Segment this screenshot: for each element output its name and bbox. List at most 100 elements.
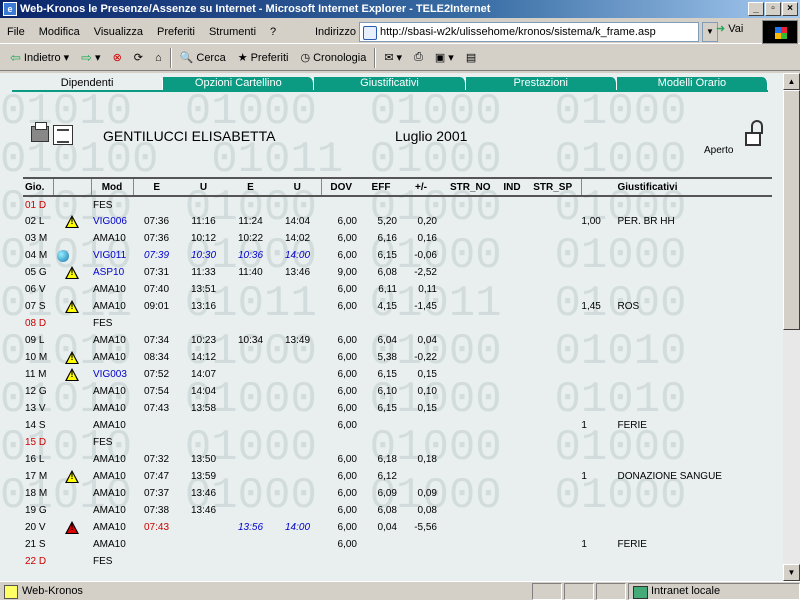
back-button[interactable]: ⇦ Indietro ▾ <box>6 50 73 66</box>
table-row[interactable]: 09 L AMA10 07:34 10:23 10:34 13:49 6,00 6,04 0,0… <box>23 332 772 349</box>
table-row[interactable]: 12 G AMA10 07:54 14:04 6,00 6,10 0,10 <box>23 383 772 400</box>
cell-str-sp <box>524 281 581 298</box>
discuss-button[interactable]: ▤ <box>462 51 480 64</box>
stop-button[interactable]: ⊗ <box>109 51 126 64</box>
warning-icon[interactable] <box>65 300 79 313</box>
cell-e1: 07:31 <box>143 267 170 278</box>
table-row[interactable]: 20 V AMA10 07:43 13:56 14:00 6,00 0,04 -5,56 <box>23 519 772 536</box>
cell-day: 02 L <box>25 216 45 227</box>
cell-ind <box>500 196 525 213</box>
vertical-scrollbar[interactable]: ▲ ▼ <box>783 73 800 581</box>
cell-dov: 6,00 <box>337 454 357 465</box>
menu-visualizza[interactable]: Visualizza <box>87 26 150 38</box>
table-row[interactable]: 05 G ASP10 07:31 11:33 11:40 13:46 9,00 6,08 -2,… <box>23 264 772 281</box>
close-button[interactable]: × <box>782 2 798 16</box>
menu-file[interactable]: File <box>0 26 32 38</box>
cell-e2 <box>227 536 274 553</box>
scroll-up-button[interactable]: ▲ <box>783 73 800 90</box>
cell-u2 <box>274 468 321 485</box>
menu-strumenti[interactable]: Strumenti <box>202 26 263 38</box>
report-icon[interactable] <box>53 125 73 145</box>
table-row[interactable]: 03 M AMA10 07:36 10:12 10:22 14:02 6,00 6,16 0,1… <box>23 230 772 247</box>
cell-qty <box>581 281 609 298</box>
globe-icon[interactable] <box>57 249 69 262</box>
cell-str-no <box>441 213 500 230</box>
error-icon[interactable] <box>65 521 79 534</box>
scroll-thumb[interactable] <box>783 90 800 330</box>
search-button[interactable]: 🔍 Cerca <box>176 51 230 65</box>
table-row[interactable]: 07 S AMA10 09:01 13:16 6,00 4,15 -1,45 1,45 ROS <box>23 298 772 315</box>
cell-qty <box>581 553 609 570</box>
title-bar: e Web-Kronos le Presenze/Assenze su Inte… <box>0 0 800 18</box>
tab-opzioni-cartellino[interactable]: Opzioni Cartellino <box>163 77 315 91</box>
table-row[interactable]: 10 M AMA10 08:34 14:12 6,00 5,38 -0,22 <box>23 349 772 366</box>
minimize-button[interactable]: _ <box>748 2 764 16</box>
table-row[interactable]: 21 S AMA10 6,00 1 FERIE <box>23 536 772 553</box>
warning-icon[interactable] <box>65 215 79 228</box>
cell-u2: 14:02 <box>284 233 311 244</box>
table-row[interactable]: 19 G AMA10 07:38 13:46 6,00 6,08 0,08 <box>23 502 772 519</box>
cell-day: 22 D <box>25 556 47 567</box>
edit-button[interactable]: ▣ ▾ <box>431 51 458 64</box>
table-row[interactable]: 13 V AMA10 07:43 13:58 6,00 6,15 0,15 <box>23 400 772 417</box>
print-button[interactable]: ⎙ <box>410 51 427 64</box>
table-row[interactable]: 16 L AMA10 07:32 13:50 6,00 6,18 0,18 <box>23 451 772 468</box>
cell-e2 <box>227 281 274 298</box>
menu-help[interactable]: ? <box>263 26 283 38</box>
table-row[interactable]: 18 M AMA10 07:37 13:46 6,00 6,09 0,09 <box>23 485 772 502</box>
address-input[interactable]: http://sbasi-w2k/ulissehome/kronos/siste… <box>358 22 699 42</box>
warning-icon[interactable] <box>65 470 79 483</box>
unlock-icon[interactable] <box>745 120 765 150</box>
cell-mod: FES <box>93 556 113 567</box>
tab-giustificativi[interactable]: Giustificativi <box>314 77 466 91</box>
mail-button[interactable]: ✉ ▾ <box>380 51 406 64</box>
cell-u2 <box>274 400 321 417</box>
table-row[interactable]: 14 S AMA10 6,00 1 FERIE <box>23 417 772 434</box>
table-row[interactable]: 11 M VIG003 07:52 14:07 6,00 6,15 0,15 <box>23 366 772 383</box>
refresh-icon: ⟳ <box>133 52 144 64</box>
col-diff: +/- <box>401 177 441 197</box>
table-row[interactable]: 17 M AMA10 07:47 13:59 6,00 6,12 1 DONAZIONE SA… <box>23 468 772 485</box>
home-button[interactable]: ⌂ <box>151 52 166 64</box>
table-row[interactable]: 08 D FES <box>23 315 772 332</box>
tab-modelli-orario[interactable]: Modelli Orario <box>616 77 769 91</box>
table-row[interactable]: 02 L VIG006 07:36 11:16 11:24 14:04 6,00 5,20 0,… <box>23 213 772 230</box>
table-row[interactable]: 22 D FES <box>23 553 772 570</box>
table-row[interactable]: 04 M VIG011 07:39 10:30 10:36 14:00 6,00 6,15 -0… <box>23 247 772 264</box>
maximize-button[interactable]: ▫ <box>765 2 781 16</box>
cell-mod: AMA10 <box>93 539 126 550</box>
warning-icon[interactable] <box>65 368 79 381</box>
table-row[interactable]: 01 D FES <box>23 196 772 213</box>
go-button[interactable]: ➜ Vai <box>716 22 743 35</box>
menu-modifica[interactable]: Modifica <box>32 26 87 38</box>
print-icon[interactable] <box>31 122 49 142</box>
cell-icon <box>53 519 91 536</box>
cell-e1: 07:47 <box>143 471 170 482</box>
cell-dov: 6,00 <box>337 352 357 363</box>
scroll-down-button[interactable]: ▼ <box>783 564 800 581</box>
cell-mod: AMA10 <box>93 420 126 431</box>
refresh-button[interactable]: ⟳ <box>130 51 147 64</box>
tab-prestazioni[interactable]: Prestazioni <box>465 77 617 91</box>
cell-icon <box>53 502 91 519</box>
forward-button[interactable]: ⇨ ▾ <box>77 50 104 66</box>
cell-dov <box>321 196 361 213</box>
favorites-button[interactable]: ★ Preferiti <box>234 51 293 65</box>
cell-str-no <box>441 553 500 570</box>
cell-u1: 13:16 <box>190 301 217 312</box>
cell-qty <box>581 247 609 264</box>
cell-u1: 13:51 <box>190 284 217 295</box>
tab-dipendenti[interactable]: Dipendenti <box>12 77 164 91</box>
table-row[interactable]: 15 D FES <box>23 434 772 451</box>
warning-icon[interactable] <box>65 266 79 279</box>
cell-e2: 10:34 <box>237 335 264 346</box>
cell-str-no <box>441 366 500 383</box>
cell-day: 04 M <box>25 250 48 261</box>
history-button[interactable]: ◷ Cronologia <box>297 51 371 65</box>
toolbar-separator <box>374 47 377 68</box>
warning-icon[interactable] <box>65 351 79 364</box>
table-row[interactable]: 06 V AMA10 07:40 13:51 6,00 6,11 0,11 <box>23 281 772 298</box>
tab-bar: Dipendenti Opzioni Cartellino Giustifica… <box>12 77 769 91</box>
menu-preferiti[interactable]: Preferiti <box>150 26 202 38</box>
cell-e2 <box>227 434 274 451</box>
